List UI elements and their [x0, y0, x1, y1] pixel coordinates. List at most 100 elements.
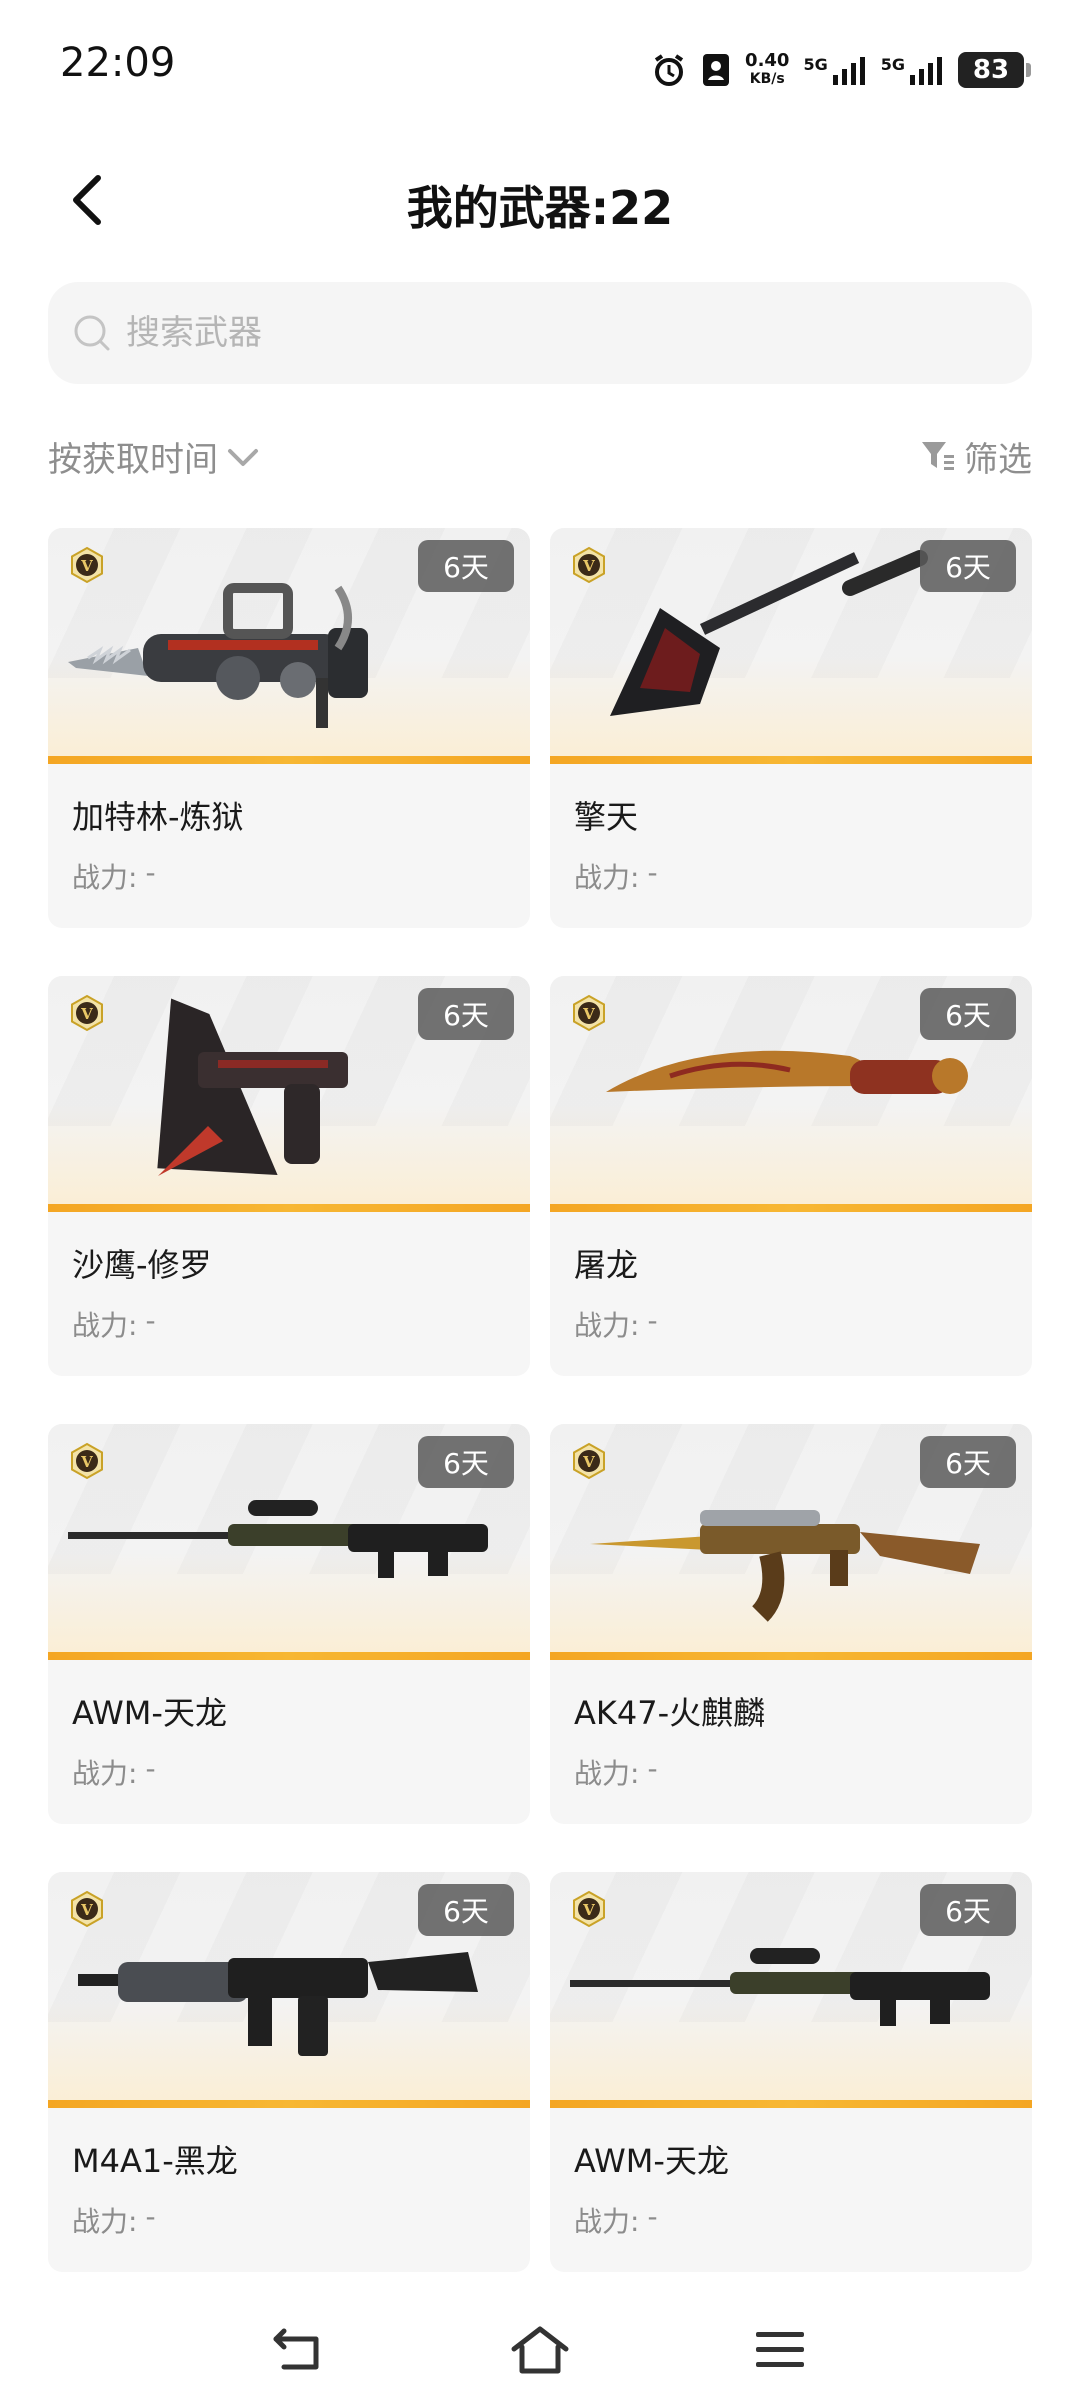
weapon-card[interactable]: V 6天 擎天 战力: - — [550, 528, 1032, 928]
weapon-card[interactable]: V 6天 AK47-火麒麟 战力: - — [550, 1424, 1032, 1824]
status-time: 22:09 — [60, 40, 176, 86]
power-value: - — [145, 1304, 156, 1337]
svg-text:V: V — [582, 557, 595, 575]
rarity-bar — [550, 756, 1032, 764]
days-remaining-tag: 6天 — [418, 540, 514, 592]
power-value: - — [145, 1752, 156, 1785]
vip-badge-icon: V — [573, 1890, 605, 1928]
svg-text:V: V — [582, 1005, 595, 1023]
vip-badge-icon: V — [71, 1890, 103, 1928]
system-nav-bar — [0, 2300, 1080, 2400]
days-remaining-tag: 6天 — [920, 1436, 1016, 1488]
days-remaining-tag: 6天 — [418, 1436, 514, 1488]
power-value: - — [145, 856, 156, 889]
weapon-card[interactable]: V 6天 AWM-天龙 战力: - — [48, 1424, 530, 1824]
svg-text:V: V — [582, 1453, 595, 1471]
rarity-bar — [48, 1204, 530, 1212]
days-remaining-tag: 6天 — [418, 988, 514, 1040]
weapon-power: 战力: - — [72, 1752, 156, 1792]
weapon-power: 战力: - — [574, 1752, 658, 1792]
search-icon — [70, 311, 114, 355]
weapon-name: 擎天 — [574, 798, 639, 836]
nav-menu-button[interactable] — [745, 2315, 815, 2385]
weapon-image-area: V 6天 — [48, 528, 530, 764]
weapon-image-area: V 6天 — [550, 1872, 1032, 2108]
weapon-image-area: V 6天 — [48, 976, 530, 1212]
weapon-power: 战力: - — [574, 856, 658, 896]
power-label: 战力: — [574, 861, 640, 894]
power-label: 战力: — [72, 1309, 138, 1342]
nav-back-button[interactable] — [265, 2315, 335, 2385]
sort-label: 按获取时间 — [48, 440, 218, 480]
weapon-image-area: V 6天 — [550, 976, 1032, 1212]
weapon-card[interactable]: V 6天 屠龙 战力: - — [550, 976, 1032, 1376]
signal-1-label: 5G — [803, 55, 828, 74]
power-value: - — [647, 1752, 658, 1785]
weapon-power: 战力: - — [72, 856, 156, 896]
power-label: 战力: — [574, 1309, 640, 1342]
weapon-name: 屠龙 — [574, 1246, 639, 1284]
filter-button[interactable]: 筛选 — [920, 432, 1032, 481]
power-label: 战力: — [72, 861, 138, 894]
weapon-power: 战力: - — [574, 2200, 658, 2240]
weapon-card[interactable]: V 6天 AWM-天龙 战力: - — [550, 1872, 1032, 2272]
rarity-bar — [48, 756, 530, 764]
power-value: - — [647, 856, 658, 889]
power-label: 战力: — [72, 2205, 138, 2238]
signal-1: 5G — [803, 55, 866, 85]
rarity-bar — [48, 1652, 530, 1660]
home-icon — [511, 2326, 569, 2374]
header: 我的武器:22 — [0, 150, 1080, 250]
days-remaining-tag: 6天 — [920, 1884, 1016, 1936]
filter-label: 筛选 — [964, 440, 1032, 480]
days-remaining-tag: 6天 — [418, 1884, 514, 1936]
page-title: 我的武器:22 — [406, 181, 674, 235]
chevron-down-icon — [228, 448, 258, 466]
power-value: - — [647, 2200, 658, 2233]
rarity-bar — [550, 1204, 1032, 1212]
weapon-power: 战力: - — [72, 1304, 156, 1344]
sort-dropdown[interactable]: 按获取时间 — [48, 432, 260, 481]
weapon-name: M4A1-黑龙 — [72, 2142, 238, 2180]
back-arrow-icon — [273, 2328, 319, 2370]
days-remaining-tag: 6天 — [920, 988, 1016, 1040]
weapon-name: 沙鹰-修罗 — [72, 1246, 212, 1284]
svg-text:V: V — [582, 1901, 595, 1919]
vip-badge-icon: V — [71, 994, 103, 1032]
svg-text:V: V — [80, 557, 93, 575]
signal-2: 5G — [881, 55, 944, 85]
menu-icon — [756, 2332, 804, 2367]
nav-home-button[interactable] — [505, 2315, 575, 2385]
search-bar[interactable] — [48, 282, 1032, 384]
rarity-bar — [48, 2100, 530, 2108]
weapon-name: AK47-火麒麟 — [574, 1694, 766, 1732]
weapon-card[interactable]: V 6天 M4A1-黑龙 战力: - — [48, 1872, 530, 2272]
weapon-card[interactable]: V 6天 沙鹰-修罗 战力: - — [48, 976, 530, 1376]
weapon-image-area: V 6天 — [48, 1424, 530, 1660]
rarity-bar — [550, 1652, 1032, 1660]
weapon-power: 战力: - — [72, 2200, 156, 2240]
weapon-grid: V 6天 加特林-炼狱 战力: - V 6天 擎天 战力: - V 6天 沙鹰-… — [48, 528, 1032, 2272]
vip-badge-icon: V — [573, 994, 605, 1032]
weapon-power: 战力: - — [574, 1304, 658, 1344]
vip-badge-icon: V — [573, 1442, 605, 1480]
net-speed-unit: KB/s — [749, 71, 785, 87]
net-speed: 0.40 KB/s — [745, 52, 789, 88]
search-input[interactable] — [126, 313, 1006, 353]
weapon-image-area: V 6天 — [48, 1872, 530, 2108]
weapon-card[interactable]: V 6天 加特林-炼狱 战力: - — [48, 528, 530, 928]
signal-2-label: 5G — [880, 55, 905, 74]
rarity-bar — [550, 2100, 1032, 2108]
weapon-image-area: V 6天 — [550, 528, 1032, 764]
power-label: 战力: — [574, 1757, 640, 1790]
vip-badge-icon: V — [573, 546, 605, 584]
battery-indicator: 83 — [958, 52, 1031, 88]
alarm-icon — [651, 52, 687, 88]
weapon-name: AWM-天龙 — [72, 1694, 227, 1732]
signal-bars-icon — [910, 57, 942, 85]
contact-card-icon — [701, 52, 731, 88]
power-label: 战力: — [72, 1757, 138, 1790]
weapon-name: 加特林-炼狱 — [72, 798, 244, 836]
weapon-name: AWM-天龙 — [574, 2142, 729, 2180]
vip-badge-icon: V — [71, 546, 103, 584]
